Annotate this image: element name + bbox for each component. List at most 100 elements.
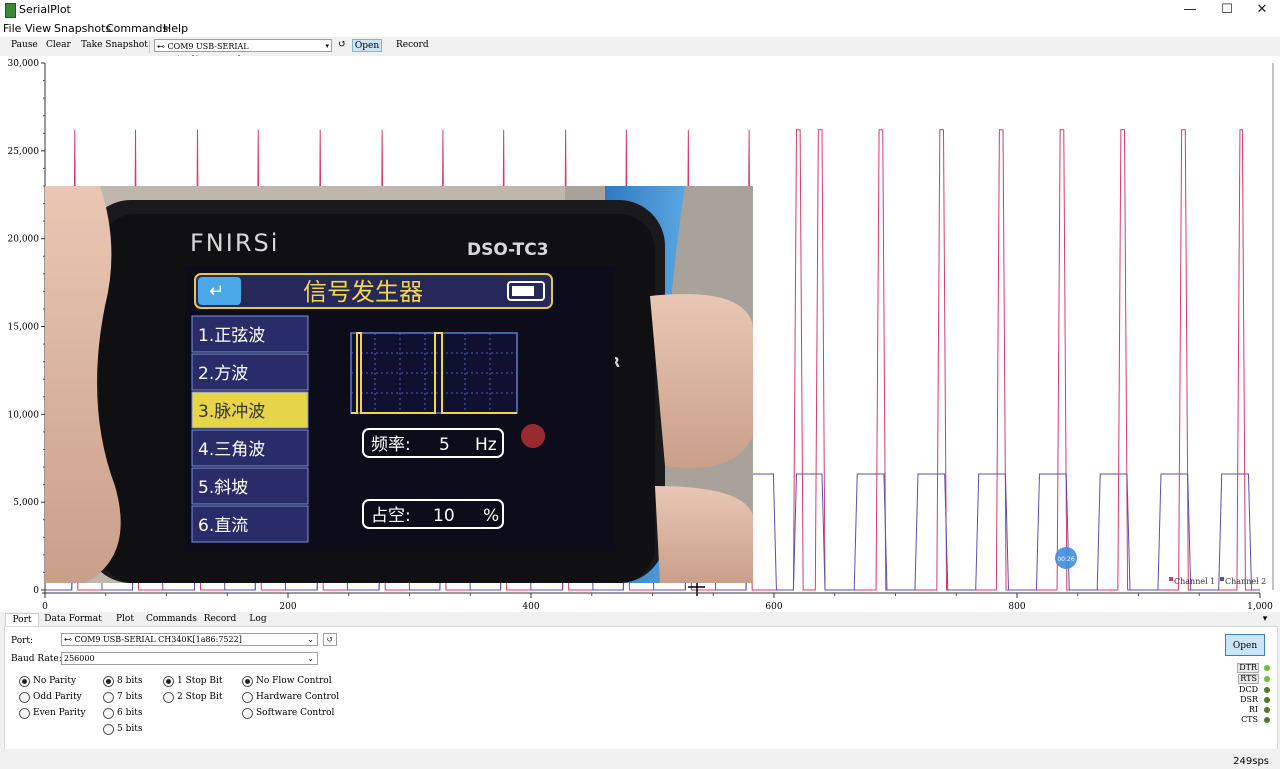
app-icon — [5, 3, 16, 18]
clear-button[interactable]: Clear — [46, 40, 71, 50]
led-icon — [1264, 697, 1270, 703]
led-icon — [1264, 665, 1270, 671]
pin-cts: CTS — [1237, 715, 1273, 725]
device-duty-unit: % — [483, 506, 499, 526]
record-button[interactable]: Record — [396, 40, 429, 50]
device-menu-label: 4.三角波 — [198, 440, 265, 460]
radio-hardware-control[interactable]: Hardware Control — [242, 691, 339, 703]
led-icon — [1264, 676, 1270, 682]
device-brand: FNIRSi — [190, 229, 279, 257]
led-icon — [1264, 707, 1270, 713]
timestamp-marker[interactable]: 00:26 — [1055, 547, 1077, 569]
pin-rts[interactable]: RTS — [1237, 674, 1273, 684]
x-tick-label: 1,000 — [1247, 602, 1273, 612]
radio-label: No Parity — [33, 676, 77, 686]
close-button[interactable]: ✕ — [1244, 0, 1280, 20]
tab-port[interactable]: Port — [5, 613, 39, 627]
radio-label: Software Control — [256, 708, 335, 718]
toolbar: Pause Clear Take Snapshot ⊷ COM9 USB-SER… — [0, 37, 1280, 64]
pin-dcd: DCD — [1237, 685, 1273, 695]
tab-log[interactable]: Log — [246, 613, 270, 626]
menu-view[interactable]: View — [25, 22, 51, 35]
device-freq-unit: Hz — [475, 435, 497, 455]
radio-no-flow-control[interactable]: No Flow Control — [242, 675, 332, 687]
legend-swatch — [1220, 577, 1224, 581]
radio-5-bits[interactable]: 5 bits — [103, 723, 142, 735]
radio-8-bits[interactable]: 8 bits — [103, 675, 142, 687]
tabs-scroll-icon[interactable]: ▾ — [1259, 613, 1271, 626]
toolbar-port-select[interactable]: ⊷ COM9 USB-SERIAL CH340K[1a86:7522] ▾ — [154, 39, 332, 64]
device-menu-label: 6.直流 — [198, 516, 248, 536]
back-arrow-icon: ↵ — [209, 281, 224, 302]
chevron-down-icon: ▾ — [325, 42, 329, 50]
legend: Channel 1 Channel 2 — [1169, 577, 1266, 586]
tab-commands[interactable]: Commands — [146, 613, 197, 626]
y-tick-label: 10,000 — [8, 410, 40, 420]
pin-label: RTS — [1238, 674, 1259, 684]
window-title: SerialPlot — [19, 3, 71, 16]
pin-label: DSR — [1240, 695, 1258, 704]
x-tick-label: 0 — [42, 602, 48, 612]
device-freq-value: 5 — [439, 435, 450, 455]
tab-data-format[interactable]: Data Format — [42, 613, 104, 626]
maximize-button[interactable]: ☐ — [1209, 0, 1245, 20]
refresh-icon[interactable]: ↺ — [338, 39, 346, 50]
radio-label: 7 bits — [117, 692, 143, 702]
led-icon — [1264, 687, 1270, 693]
open-port-button[interactable]: Open — [1225, 634, 1265, 656]
pin-ri: RI — [1237, 705, 1273, 715]
x-tick-label: 800 — [1008, 602, 1025, 612]
minimize-button[interactable]: — — [1172, 0, 1208, 20]
port-label: Port: — [11, 636, 34, 646]
radio-1-stop-bit[interactable]: 1 Stop Bit — [163, 675, 223, 687]
x-tick-label: 400 — [522, 602, 539, 612]
menu-commands[interactable]: Commands — [106, 22, 168, 35]
legend-label: Channel 1 — [1174, 577, 1215, 586]
samples-per-second: 249sps — [1233, 756, 1269, 767]
x-tick-label: 200 — [279, 602, 296, 612]
chevron-down-icon: ⌄ — [307, 654, 314, 663]
radio-no-parity[interactable]: No Parity — [19, 675, 76, 687]
menu-file[interactable]: File — [3, 22, 21, 35]
toolbar-separator — [149, 40, 150, 53]
plot-area[interactable]: Channel 1 Channel 2 00:26 0 5,000 10,000 15,0… — [0, 56, 1280, 612]
pin-label: CTS — [1241, 715, 1258, 724]
tab-record[interactable]: Record — [200, 613, 240, 626]
radio-label: 6 bits — [117, 708, 143, 718]
menu-help[interactable]: Help — [163, 22, 188, 35]
radio-6-bits[interactable]: 6 bits — [103, 707, 142, 719]
radio-even-parity[interactable]: Even Parity — [19, 707, 86, 719]
take-snapshot-button[interactable]: Take Snapshot — [81, 40, 148, 50]
pause-button[interactable]: Pause — [11, 40, 38, 50]
device-menu-label: 3.脉冲波 — [198, 402, 265, 422]
pin-label: RI — [1248, 705, 1258, 714]
baud-label: Baud Rate: — [11, 654, 62, 664]
tab-bar: Port Data Format Plot Commands Record Lo… — [0, 612, 1280, 627]
port-select[interactable]: ⊷ COM9 USB-SERIAL CH340K[1a86:7522] ⌄ — [61, 633, 318, 646]
device-model: DSO-TC3 — [467, 240, 549, 260]
device-menu-label: 2.方波 — [198, 364, 248, 384]
toolbar-open-button[interactable]: Open — [352, 39, 382, 52]
radio-software-control[interactable]: Software Control — [242, 707, 334, 719]
device-freq-label: 频率: — [371, 435, 411, 455]
radio-label: 1 Stop Bit — [177, 676, 223, 686]
port-refresh-button[interactable]: ↺ — [323, 633, 337, 646]
pin-dtr[interactable]: DTR — [1237, 663, 1273, 673]
x-tick-label: 600 — [765, 602, 782, 612]
chevron-down-icon: ⌄ — [307, 635, 314, 644]
radio-2-stop-bit[interactable]: 2 Stop Bit — [163, 691, 223, 703]
led-icon — [1264, 717, 1270, 723]
device-photo-illustration: FNIRSi DSO-TC3 IR ↵ 信号发生器 1.正弦波2.方波3.脉冲波… — [45, 186, 753, 583]
radio-7-bits[interactable]: 7 bits — [103, 691, 142, 703]
device-duty-value: 10 — [433, 506, 455, 526]
baud-select[interactable]: 256000 ⌄ — [61, 652, 318, 665]
marker-label: 00:26 — [1057, 556, 1074, 563]
radio-label: 2 Stop Bit — [177, 692, 223, 702]
menu-snapshots[interactable]: Snapshots — [54, 22, 111, 35]
refresh-icon: ↺ — [326, 635, 334, 644]
radio-odd-parity[interactable]: Odd Parity — [19, 691, 82, 703]
y-tick-label: 5,000 — [13, 498, 39, 508]
tab-plot[interactable]: Plot — [110, 613, 140, 626]
y-tick-label: 30,000 — [8, 59, 40, 69]
port-panel: Port: ⊷ COM9 USB-SERIAL CH340K[1a86:7522… — [4, 626, 1278, 750]
